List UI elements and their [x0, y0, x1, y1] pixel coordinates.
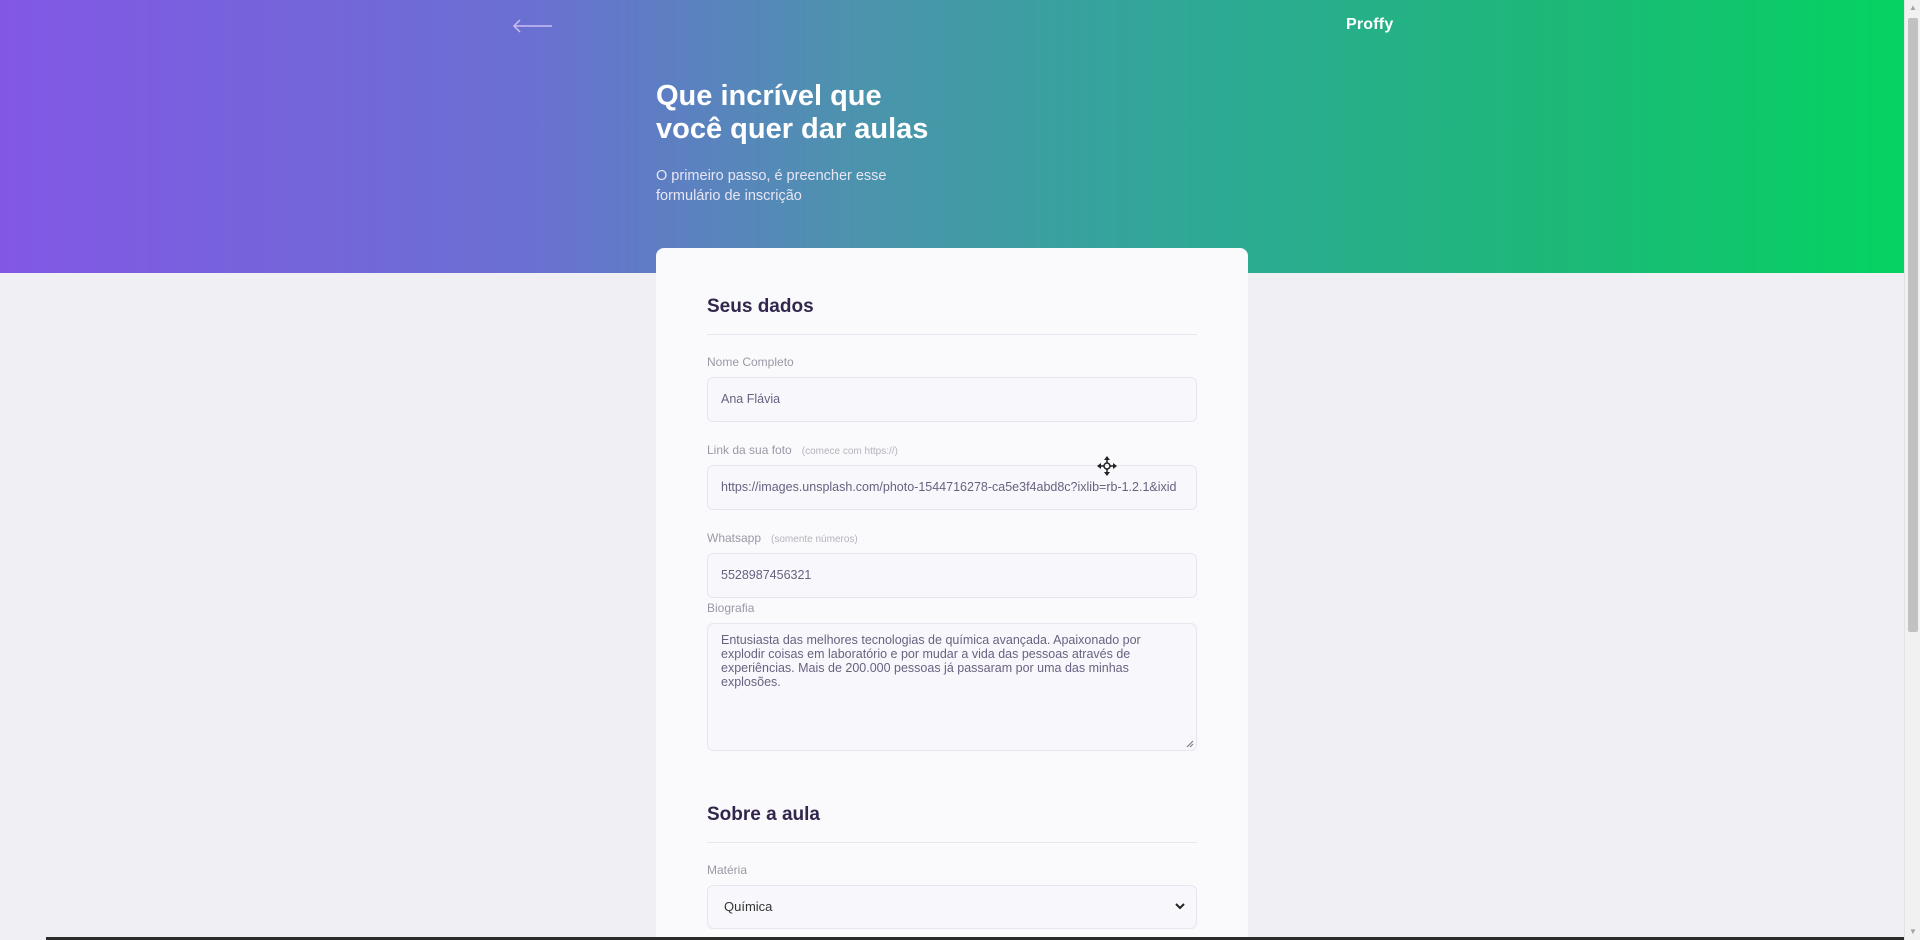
page-title-line: Que incrível que	[656, 80, 882, 112]
proffy-logo: Proffy	[1346, 16, 1394, 33]
scrollbar-thumb[interactable]	[1908, 18, 1918, 632]
teacher-form: Seus dados Nome Completo Ana Flávia Link…	[656, 248, 1248, 940]
name-label-text: Nome Completo	[707, 355, 794, 369]
page-subtitle: O primeiro passo, é preencher esse formu…	[656, 166, 916, 206]
name-label: Nome Completo	[707, 355, 794, 369]
vertical-scrollbar[interactable]: ▲ ▼	[1904, 0, 1920, 940]
bio-text-line: explosões.	[721, 675, 781, 689]
avatar-label-text: Link da sua foto	[707, 443, 792, 457]
whatsapp-label-text: Whatsapp	[707, 531, 762, 545]
scroll-down-arrow-icon[interactable]: ▼	[1908, 926, 1918, 938]
avatar-hint: (comece com https://)	[801, 446, 898, 457]
section-title-your-data: Seus dados	[707, 296, 1197, 335]
move-cursor-icon	[1096, 455, 1118, 477]
whatsapp-hint: (somente números)	[771, 534, 858, 545]
scroll-up-arrow-icon[interactable]: ▲	[1908, 2, 1918, 14]
page-header: Proffy Que incrível que você quer dar au…	[0, 0, 1904, 273]
page-title: Que incrível que você quer dar aulas	[656, 80, 996, 146]
bio-text-line: Entusiasta das melhores tecnologias de q…	[721, 633, 1141, 647]
page-subtitle-line: O primeiro passo, é preencher esse	[656, 168, 887, 184]
subject-label: Matéria	[707, 863, 748, 877]
page-subtitle-line: formulário de inscrição	[656, 188, 802, 204]
whatsapp-label: Whatsapp (somente números)	[707, 531, 858, 545]
arrow-left-icon	[512, 19, 552, 33]
whatsapp-input[interactable]: 5528987456321	[707, 553, 1197, 598]
subject-selected-value: Química	[724, 899, 773, 914]
avatar-input[interactable]: https://images.unsplash.com/photo-154471…	[707, 465, 1197, 510]
section-title-about-class: Sobre a aula	[707, 804, 1197, 843]
chevron-down-icon	[1174, 886, 1186, 940]
top-bar: Proffy	[0, 14, 1904, 38]
resize-handle-icon[interactable]	[1186, 740, 1194, 748]
bio-textarea[interactable]: Entusiasta das melhores tecnologias de q…	[707, 623, 1197, 751]
subject-select[interactable]: Química	[707, 885, 1197, 929]
bio-label: Biografia	[707, 601, 755, 615]
page-title-line: você quer dar aulas	[656, 113, 929, 145]
avatar-label: Link da sua foto (comece com https://)	[707, 443, 898, 457]
back-button[interactable]	[512, 14, 554, 38]
name-input[interactable]: Ana Flávia	[707, 377, 1197, 422]
bio-text-line: explodir coisas em laboratório e por mud…	[721, 647, 1131, 661]
bio-text-line: experiências. Mais de 200.000 pessoas já…	[721, 661, 1129, 675]
